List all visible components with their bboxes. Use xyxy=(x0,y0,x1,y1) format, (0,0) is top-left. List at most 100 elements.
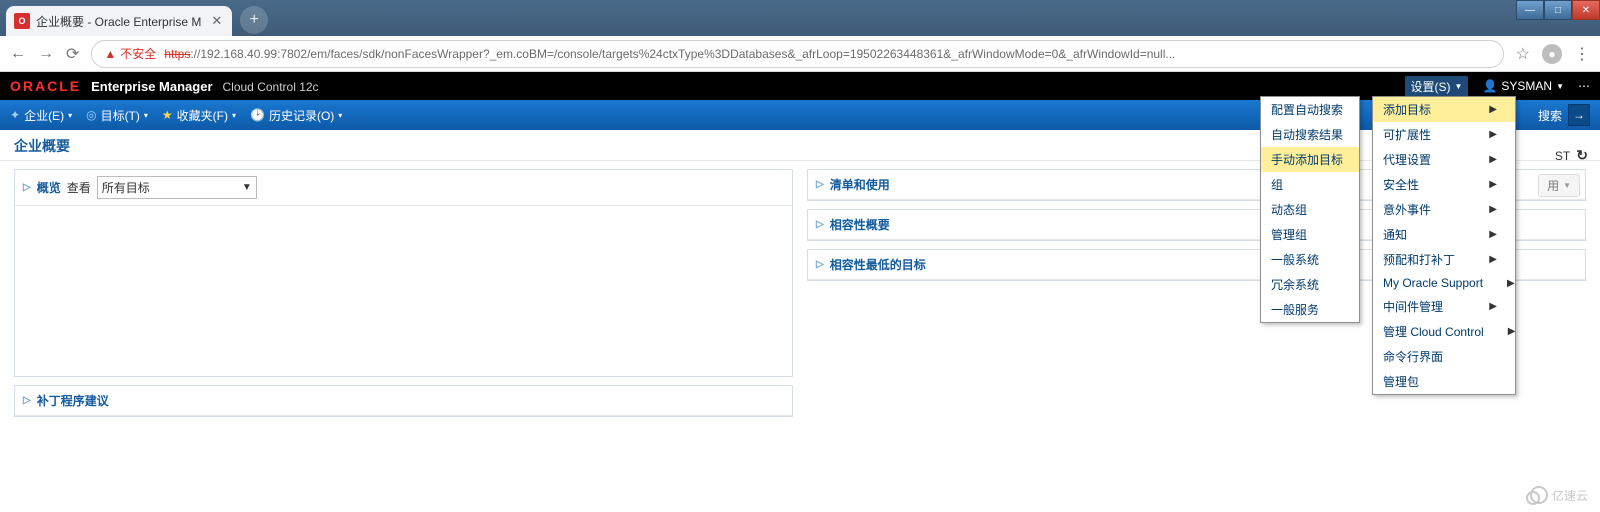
menu-item[interactable]: 安全性▶ xyxy=(1373,172,1515,197)
browser-titlebar: O 企业概要 - Oracle Enterprise M ✕ + — □ ✕ xyxy=(0,0,1600,36)
target-icon: ◎ xyxy=(86,108,96,122)
collapse-icon[interactable]: ▷ xyxy=(23,182,31,193)
url-protocol: https xyxy=(164,47,190,61)
browser-menu-icon[interactable]: ⋮ xyxy=(1574,44,1590,64)
nav-targets[interactable]: ◎ 目标(T) ▾ xyxy=(86,107,148,124)
menu-item[interactable]: 管理 Cloud Control▶ xyxy=(1373,319,1515,344)
user-menu-button[interactable]: 👤 SYSMAN ▼ xyxy=(1482,79,1564,93)
browser-tab[interactable]: O 企业概要 - Oracle Enterprise M ✕ xyxy=(6,6,232,36)
menu-item[interactable]: 一般服务 xyxy=(1261,297,1359,322)
insecure-badge: ▲ 不安全 xyxy=(104,45,156,62)
panel-head[interactable]: ▷ 补丁程序建议 xyxy=(15,386,792,416)
nav-enterprise[interactable]: ✦ 企业(E) ▾ xyxy=(10,107,72,124)
caret-down-icon: ▼ xyxy=(1563,181,1571,190)
menu-item[interactable]: 组 xyxy=(1261,172,1359,197)
nav-label: 目标(T) xyxy=(101,107,140,124)
topbar-right: 设置(S) ▼ 👤 SYSMAN ▼ ⋯ xyxy=(1405,76,1590,97)
panel-title: 补丁程序建议 xyxy=(37,392,109,409)
cst-text: ST xyxy=(1555,149,1570,163)
watermark-text: 亿速云 xyxy=(1552,487,1588,504)
maximize-button[interactable]: □ xyxy=(1544,0,1572,20)
caret-down-icon: ▼ xyxy=(242,182,252,193)
panel-body xyxy=(15,206,792,376)
tab-title: 企业概要 - Oracle Enterprise M xyxy=(36,13,201,30)
menu-item[interactable]: 管理组 xyxy=(1261,222,1359,247)
oracle-logo: ORACLE xyxy=(10,78,81,94)
nav-label: 历史记录(O) xyxy=(269,107,334,124)
caret-down-icon: ▾ xyxy=(338,111,342,120)
profile-icon[interactable]: ● xyxy=(1542,44,1562,64)
refresh-icon[interactable]: ↻ xyxy=(1576,147,1588,164)
url-text: https ://192.168.40.99:7802/em/faces/sdk… xyxy=(164,47,1175,61)
menu-item[interactable]: 代理设置▶ xyxy=(1373,147,1515,172)
panel-head[interactable]: ▷ 概览 查看 所有目标 ▼ xyxy=(15,170,792,206)
more-icon[interactable]: ⋯ xyxy=(1578,79,1590,93)
enterprise-icon: ✦ xyxy=(10,108,20,122)
bookmark-icon[interactable]: ☆ xyxy=(1516,44,1530,64)
settings-menu-button[interactable]: 设置(S) ▼ xyxy=(1405,76,1469,97)
user-icon: 👤 xyxy=(1482,79,1497,93)
tabs-row: O 企业概要 - Oracle Enterprise M ✕ + xyxy=(0,0,268,36)
page-title: 企业概要 xyxy=(0,130,1600,161)
nav-left: ✦企业(E)▾ ◎目标(T)▾ ★收藏夹(F)▾ 🕑历史记录(O)▾ xyxy=(10,107,342,124)
menu-item[interactable]: 可扩展性▶ xyxy=(1373,122,1515,147)
collapse-icon[interactable]: ▷ xyxy=(816,219,824,230)
nav-favorites[interactable]: ★收藏夹(F)▾ xyxy=(162,107,236,124)
menu-item[interactable]: 自动搜索结果 xyxy=(1261,122,1359,147)
brand: ORACLE Enterprise Manager Cloud Control … xyxy=(10,78,319,94)
menu-item[interactable]: 命令行界面 xyxy=(1373,344,1515,369)
url-box[interactable]: ▲ 不安全 https ://192.168.40.99:7802/em/fac… xyxy=(91,40,1503,68)
menu-item[interactable]: 管理包 xyxy=(1373,369,1515,394)
close-icon[interactable]: ✕ xyxy=(211,13,222,29)
panels-row: ▷ 概览 查看 所有目标 ▼ ▷ 补丁程序建议 ▷ xyxy=(0,161,1600,425)
em-topbar: ORACLE Enterprise Manager Cloud Control … xyxy=(0,72,1600,100)
settings-menu: 添加目标▶可扩展性▶代理设置▶安全性▶意外事件▶通知▶预配和打补丁▶My Ora… xyxy=(1372,96,1516,395)
menu-item[interactable]: 配置自动搜索 xyxy=(1261,97,1359,122)
minimize-button[interactable]: — xyxy=(1516,0,1544,20)
menu-item[interactable]: 预配和打补丁▶ xyxy=(1373,247,1515,272)
panel-overview: ▷ 概览 查看 所有目标 ▼ xyxy=(14,169,793,377)
watermark-icon xyxy=(1530,486,1548,504)
panel-title: 清单和使用 xyxy=(830,176,890,193)
warning-icon: ▲ xyxy=(104,47,116,61)
nav-label: 企业(E) xyxy=(24,107,64,124)
new-tab-button[interactable]: + xyxy=(240,6,268,34)
product-name: Enterprise Manager xyxy=(91,79,212,94)
close-window-button[interactable]: ✕ xyxy=(1572,0,1600,20)
back-icon[interactable]: ← xyxy=(10,45,26,63)
menu-item[interactable]: 意外事件▶ xyxy=(1373,197,1515,222)
view-select[interactable]: 所有目标 ▼ xyxy=(97,176,257,199)
menu-item[interactable]: 中间件管理▶ xyxy=(1373,294,1515,319)
view-selector: 查看 所有目标 ▼ xyxy=(67,176,257,199)
forward-icon[interactable]: → xyxy=(38,45,54,63)
em-navbar: ✦企业(E)▾ ◎目标(T)▾ ★收藏夹(F)▾ 🕑历史记录(O)▾ 搜索 → xyxy=(0,100,1600,130)
menu-item[interactable]: 冗余系统 xyxy=(1261,272,1359,297)
menu-item[interactable]: 手动添加目标 xyxy=(1261,147,1359,172)
menu-item[interactable]: 一般系统 xyxy=(1261,247,1359,272)
select-value: 所有目标 xyxy=(102,179,150,196)
url-rest: ://192.168.40.99:7802/em/faces/sdk/nonFa… xyxy=(190,47,1175,61)
caret-down-icon: ▾ xyxy=(68,111,72,120)
view-label: 查看 xyxy=(67,179,91,196)
nav-history[interactable]: 🕑历史记录(O)▾ xyxy=(250,107,342,124)
caret-down-icon: ▾ xyxy=(144,111,148,120)
collapse-icon[interactable]: ▷ xyxy=(816,259,824,270)
menu-item[interactable]: 动态组 xyxy=(1261,197,1359,222)
favicon-icon: O xyxy=(14,13,30,29)
menu-item[interactable]: 通知▶ xyxy=(1373,222,1515,247)
use-badge[interactable]: 用 ▼ xyxy=(1538,174,1580,197)
left-column: ▷ 概览 查看 所有目标 ▼ ▷ 补丁程序建议 xyxy=(14,169,793,417)
user-label: SYSMAN xyxy=(1501,79,1552,93)
collapse-icon[interactable]: ▷ xyxy=(23,395,31,406)
insecure-label: 不安全 xyxy=(120,45,156,62)
search-go-button[interactable]: → xyxy=(1568,104,1590,126)
menu-item[interactable]: 添加目标▶ xyxy=(1373,97,1515,122)
star-icon: ★ xyxy=(162,108,173,122)
menu-item[interactable]: My Oracle Support▶ xyxy=(1373,272,1515,294)
product-sub: Cloud Control 12c xyxy=(223,80,319,94)
panel-patch: ▷ 补丁程序建议 xyxy=(14,385,793,417)
caret-down-icon: ▼ xyxy=(1556,82,1564,91)
use-badge-label: 用 xyxy=(1547,177,1559,194)
reload-icon[interactable]: ⟳ xyxy=(66,44,79,64)
collapse-icon[interactable]: ▷ xyxy=(816,179,824,190)
